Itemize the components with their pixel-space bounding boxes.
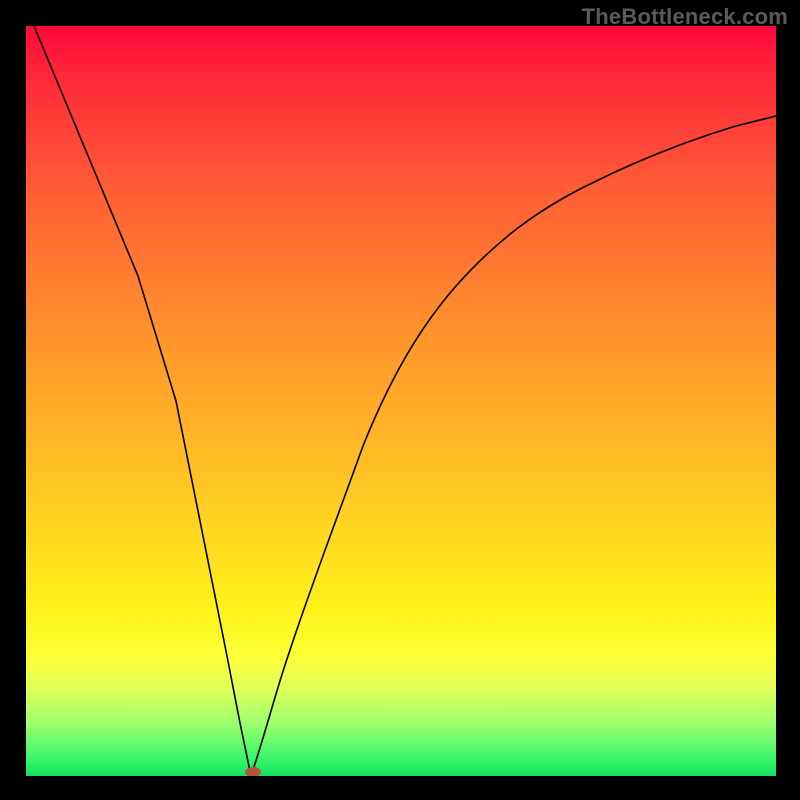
curve-layer bbox=[26, 26, 776, 776]
curve-right-branch bbox=[251, 116, 776, 776]
chart-container: TheBottleneck.com bbox=[0, 0, 800, 800]
minimum-marker bbox=[245, 767, 261, 776]
plot-area bbox=[26, 26, 776, 776]
curve-left-branch bbox=[34, 26, 251, 776]
